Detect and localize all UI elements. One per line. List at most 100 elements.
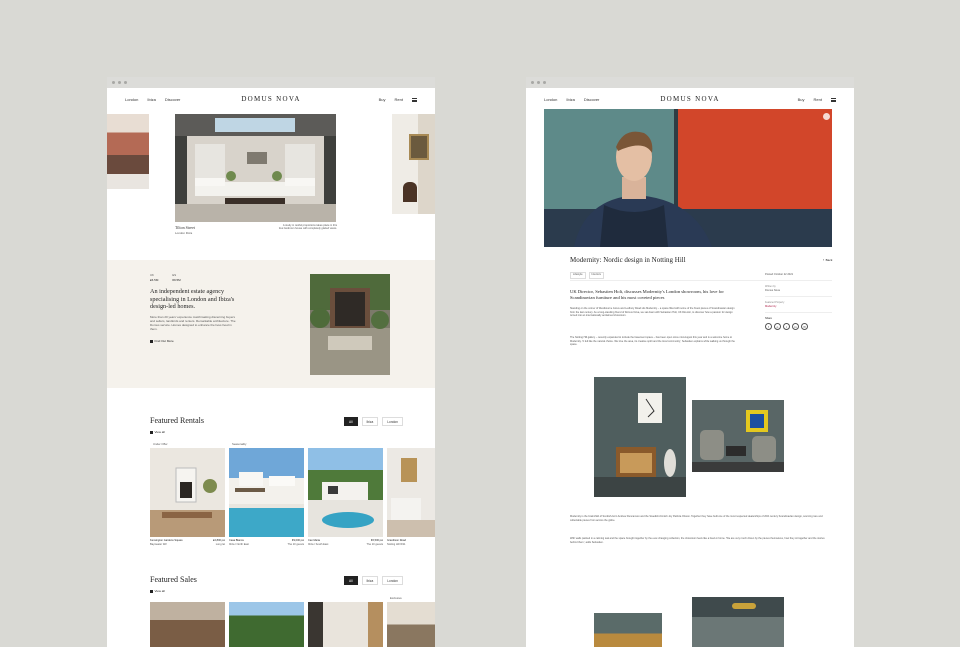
window-dot[interactable] — [543, 81, 546, 84]
site-header: London Ibiza Discover DOMUS NOVA Buy Ren… — [107, 88, 435, 114]
card-meta: The 10 guests — [287, 543, 304, 546]
stats-row: UK £6.5M ES €9.5M — [150, 273, 181, 282]
rentals-view-all-link[interactable]: View all — [150, 430, 165, 435]
email-icon[interactable]: ✉ — [801, 323, 808, 330]
article-paragraph: With walls painted in a calming teal and… — [570, 537, 825, 544]
filter-all[interactable]: All — [344, 576, 358, 585]
filter-london[interactable]: London — [382, 417, 403, 426]
rental-card[interactable]: Under Offer Kensington Gardens Square Ba… — [150, 442, 225, 552]
square-bullet-icon — [150, 340, 153, 343]
nav-link-discover[interactable]: Discover — [584, 97, 600, 102]
intro-heading: An independent estate agency specialisin… — [150, 288, 235, 311]
window-dot[interactable] — [124, 81, 127, 84]
card-area: Notting Hill W11 — [387, 543, 406, 546]
article-paragraph: Modernity is the brainchild of Scottish-… — [570, 515, 823, 522]
sale-card-image[interactable] — [150, 602, 225, 647]
article-image-bottom-left — [594, 613, 662, 647]
nav-link-london[interactable]: London — [125, 97, 138, 102]
article-image-chair — [594, 377, 686, 497]
filter-ibiza[interactable]: Ibiza — [361, 576, 379, 585]
author-name[interactable]: Domus Nova — [765, 289, 832, 297]
sale-card-tag: Exclusive — [390, 596, 402, 600]
filter-all[interactable]: All — [344, 417, 358, 426]
sales-view-all-link[interactable]: View all — [150, 589, 165, 594]
hero-caption: A study in restful proportions takes pla… — [278, 224, 337, 231]
nav-link-rent[interactable]: Rent — [814, 97, 822, 102]
nav-link-buy[interactable]: Buy — [798, 97, 805, 102]
window-dot[interactable] — [531, 81, 534, 84]
hero-location: London Ibiza — [175, 231, 193, 235]
intro-body: More than 20 years' experience matchmaki… — [150, 315, 236, 331]
window-dot[interactable] — [112, 81, 115, 84]
nav-link-ibiza[interactable]: Ibiza — [566, 97, 574, 102]
window-chrome — [107, 77, 435, 88]
card-area: Ibiza / North East — [229, 543, 249, 546]
window-dot[interactable] — [537, 81, 540, 84]
site-logo[interactable]: DOMUS NOVA — [660, 95, 719, 103]
article-title: Modernity: Nordic design in Notting Hill — [570, 256, 686, 264]
rentals-filter: All Ibiza London — [344, 417, 403, 426]
article-hero-image — [544, 109, 832, 247]
posted-date: Posted October 22 2021 — [765, 273, 832, 281]
rental-card[interactable]: Can Maria Ibiza / South East €6,500 pw T… — [308, 442, 383, 552]
card-image — [308, 448, 383, 537]
menu-icon[interactable] — [412, 97, 417, 102]
window-dot[interactable] — [118, 81, 121, 84]
sale-card-image[interactable] — [308, 602, 383, 647]
article-sidebar: Posted October 22 2021 Written by Domus … — [765, 273, 832, 330]
card-meta: The 10 guests — [366, 543, 383, 546]
chevron-left-icon: ‹ — [823, 258, 825, 263]
view-all-label: View all — [154, 589, 165, 593]
card-image — [150, 448, 225, 537]
filter-london[interactable]: London — [382, 576, 403, 585]
card-image — [229, 448, 304, 537]
hero-carousel[interactable]: Tilton Street London Ibiza A study in re… — [107, 114, 435, 242]
carousel-next-image[interactable] — [392, 114, 435, 214]
tag-chip[interactable]: Interiors — [588, 272, 604, 279]
sale-card-image[interactable] — [229, 602, 304, 647]
back-link[interactable]: ‹ Back — [823, 258, 832, 263]
nav-link-london[interactable]: London — [544, 97, 557, 102]
hero-image[interactable] — [175, 114, 336, 222]
article-paragraph: The Notting Hill gallery – recently expa… — [570, 336, 735, 347]
article-image-lounge — [692, 400, 784, 472]
find-out-more-link[interactable]: Find Out More — [150, 339, 174, 344]
sales-title: Featured Sales — [150, 575, 197, 584]
filter-ibiza[interactable]: Ibiza — [361, 417, 379, 426]
featured-rentals-section: Featured Rentals View all All Ibiza Lond… — [107, 413, 435, 563]
nav-link-rent[interactable]: Rent — [395, 97, 403, 102]
nav-link-buy[interactable]: Buy — [379, 97, 386, 102]
carousel-prev-image[interactable] — [107, 114, 149, 189]
card-area: Bayswater W2 — [150, 543, 167, 546]
square-bullet-icon — [150, 590, 153, 593]
site-logo[interactable]: DOMUS NOVA — [241, 95, 300, 103]
featured-sales-section: Featured Sales View all All Ibiza London… — [107, 572, 435, 647]
pinterest-icon[interactable]: p — [774, 323, 781, 330]
facebook-icon[interactable]: f — [765, 323, 772, 330]
twitter-icon[interactable]: t — [783, 323, 790, 330]
share-label: Share — [765, 316, 772, 320]
square-bullet-icon — [150, 431, 153, 434]
back-label: Back — [825, 258, 833, 262]
share-icons: f p t in ✉ — [765, 323, 832, 330]
intro-image — [310, 274, 390, 375]
intro-section: UK £6.5M ES €9.5M An independent estate ag… — [107, 260, 435, 388]
nav-link-ibiza[interactable]: Ibiza — [147, 97, 155, 102]
right-browser-window: London Ibiza Discover DOMUS NOVA Buy Ren… — [526, 77, 854, 647]
window-chrome — [526, 77, 854, 88]
find-out-more-label: Find Out More — [154, 339, 174, 343]
sale-card-image[interactable] — [387, 602, 435, 647]
linkedin-icon[interactable]: in — [792, 323, 799, 330]
article-tags: Lifestyle Interiors — [570, 272, 604, 279]
rental-card[interactable]: Seasonality Casa Blanca Ibiza / North Ea… — [229, 442, 304, 552]
related-link[interactable]: Modernity — [765, 305, 832, 313]
sales-filter: All Ibiza London — [344, 576, 403, 585]
expand-icon[interactable] — [823, 113, 830, 120]
menu-icon[interactable] — [831, 97, 836, 102]
hero-title[interactable]: Tilton Street — [175, 225, 195, 230]
rental-card[interactable]: Grandison Road Notting Hill W11 — [387, 442, 435, 552]
tag-chip[interactable]: Lifestyle — [570, 272, 586, 279]
nav-link-discover[interactable]: Discover — [165, 97, 181, 102]
article-lead: UK Director, Sebastien Holt, discusses M… — [570, 289, 724, 300]
view-all-label: View all — [154, 430, 165, 434]
